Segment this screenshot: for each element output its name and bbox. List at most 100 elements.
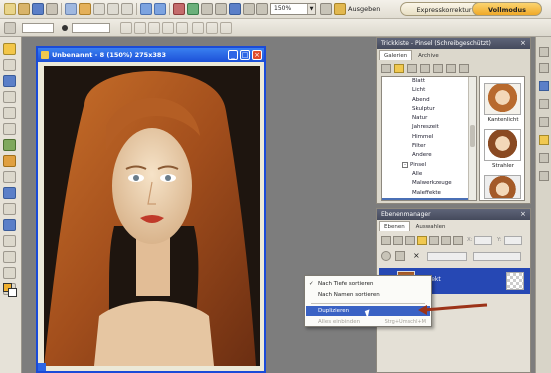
hand-tool-icon[interactable] (3, 267, 16, 279)
size-field[interactable] (22, 23, 54, 33)
list-item[interactable]: Natur (382, 114, 476, 123)
straighten-icon[interactable] (187, 3, 199, 15)
menu-item-sort-depth[interactable]: ✓ Nach Tiefe sortieren (306, 279, 430, 289)
dock-icon-5[interactable] (539, 117, 549, 127)
list-item[interactable]: Alle (382, 170, 476, 179)
scroll-thumb[interactable] (470, 125, 475, 147)
dock-icon-2[interactable] (539, 63, 549, 73)
camera-icon[interactable] (79, 3, 91, 15)
collapse-icon[interactable]: - (402, 161, 408, 168)
search-icon[interactable] (446, 64, 456, 73)
list-scrollbar[interactable] (468, 77, 476, 200)
print-icon[interactable] (46, 3, 58, 15)
chevron-down-icon[interactable]: ▼ (307, 4, 315, 14)
zoom-tool-icon[interactable] (3, 59, 16, 71)
red-eye-tool-icon[interactable] (3, 251, 16, 263)
thumbnail-more[interactable] (484, 175, 521, 199)
cut-icon[interactable] (93, 3, 105, 15)
layer-tool-icon-4[interactable] (417, 236, 427, 245)
redo-icon[interactable] (154, 3, 166, 15)
dock-icon-3[interactable] (539, 81, 549, 91)
delete-layer-icon[interactable]: × (413, 251, 423, 261)
resize-grip-icon[interactable] (38, 363, 46, 371)
align-icon[interactable] (120, 22, 132, 34)
menu-item-embed-all[interactable]: Alles einbinden Strg+Umschl+M (306, 317, 430, 327)
properties-icon[interactable] (459, 64, 469, 73)
close-icon[interactable]: × (252, 50, 262, 60)
list-item[interactable]: Jahreszeit (382, 123, 476, 132)
brush-dot-icon[interactable] (62, 25, 68, 31)
opacity-field[interactable] (72, 23, 110, 33)
layer-tool-icon-5[interactable] (429, 236, 439, 245)
layer-tool-icon-6[interactable] (441, 236, 451, 245)
layer-mask-thumbnail[interactable] (506, 272, 524, 290)
effects-category-list[interactable]: Blatt Licht Abend Skulptur Natur Jahresz… (381, 76, 477, 201)
copy-icon[interactable] (107, 3, 119, 15)
layer-tool-icon-3[interactable] (405, 236, 415, 245)
text-tool-icon[interactable] (3, 91, 16, 103)
scan-icon[interactable] (65, 3, 77, 15)
folder-icon[interactable] (394, 64, 404, 73)
background-color-swatch[interactable] (8, 288, 17, 297)
dock-icon-8[interactable] (539, 171, 549, 181)
layer-tool-icon-2[interactable] (393, 236, 403, 245)
minimize-icon[interactable]: _ (228, 50, 238, 60)
tab-layers[interactable]: Ebenen (379, 221, 410, 231)
dock-icon-7[interactable] (539, 153, 549, 163)
align-center-icon[interactable] (134, 22, 146, 34)
list-item[interactable]: Maleffekte (382, 189, 476, 198)
camera-icon[interactable] (381, 64, 391, 73)
layer-tool-icon-1[interactable] (381, 236, 391, 245)
dock-icon-1[interactable] (539, 47, 549, 57)
list-item[interactable]: Filter (382, 142, 476, 151)
fill-tool-icon[interactable] (3, 187, 16, 199)
close-icon[interactable]: × (520, 40, 527, 47)
list-item[interactable]: Skulptur (382, 105, 476, 114)
blend-mode-select[interactable] (427, 252, 467, 261)
zoom-in-icon[interactable] (320, 3, 332, 15)
gradient-tool-icon[interactable] (3, 219, 16, 231)
tree-icon[interactable] (407, 64, 417, 73)
list-item[interactable]: Malwerkzeuge (382, 179, 476, 188)
lasso-tool-icon[interactable] (3, 123, 16, 135)
list-item[interactable]: Blatt (382, 77, 476, 86)
brush-tool-icon[interactable] (3, 155, 16, 167)
magic-wand-icon[interactable] (3, 139, 16, 151)
y-field[interactable] (504, 236, 522, 245)
list-item[interactable]: Licht (382, 86, 476, 95)
smudge-tool-icon[interactable] (3, 235, 16, 247)
list-item[interactable]: - Pinsel (382, 161, 476, 170)
x-field[interactable] (474, 236, 492, 245)
dock-icon-4[interactable] (539, 99, 549, 109)
layer-lock-icon[interactable] (395, 251, 405, 261)
distribute-icon[interactable] (162, 22, 174, 34)
tool-options-icon[interactable] (4, 22, 16, 34)
thumb-view-icon[interactable] (433, 64, 443, 73)
align-right-icon[interactable] (148, 22, 160, 34)
undo-icon[interactable] (140, 3, 152, 15)
tab-full-edit[interactable]: Vollmodus (472, 2, 542, 16)
crop-icon[interactable] (173, 3, 185, 15)
group-icon[interactable] (220, 22, 232, 34)
pointer-tool-icon[interactable] (3, 43, 16, 55)
menu-item-sort-name[interactable]: Nach Namen sortieren (306, 290, 430, 300)
flip-icon[interactable] (215, 3, 227, 15)
grid-icon[interactable] (229, 3, 241, 15)
zoom-select[interactable]: 150% ▼ (270, 3, 316, 15)
arrange-back-icon[interactable] (206, 22, 218, 34)
list-item-selected[interactable] (382, 197, 476, 200)
new-file-icon[interactable] (4, 3, 16, 15)
actual-size-icon[interactable] (256, 3, 268, 15)
save-icon[interactable] (32, 3, 44, 15)
maximize-icon[interactable]: □ (240, 50, 250, 60)
eraser-tool-icon[interactable] (3, 203, 16, 215)
thumbnail-spotlight[interactable] (484, 129, 521, 161)
arrange-icon[interactable] (192, 22, 204, 34)
dock-icon-6[interactable] (539, 135, 549, 145)
effects-thumbnails[interactable]: Kantenlicht Strahler (479, 76, 525, 201)
list-view-icon[interactable] (420, 64, 430, 73)
clone-tool-icon[interactable] (3, 171, 16, 183)
list-item[interactable]: Abend (382, 96, 476, 105)
paste-icon[interactable] (121, 3, 133, 15)
close-icon[interactable]: × (520, 211, 527, 218)
